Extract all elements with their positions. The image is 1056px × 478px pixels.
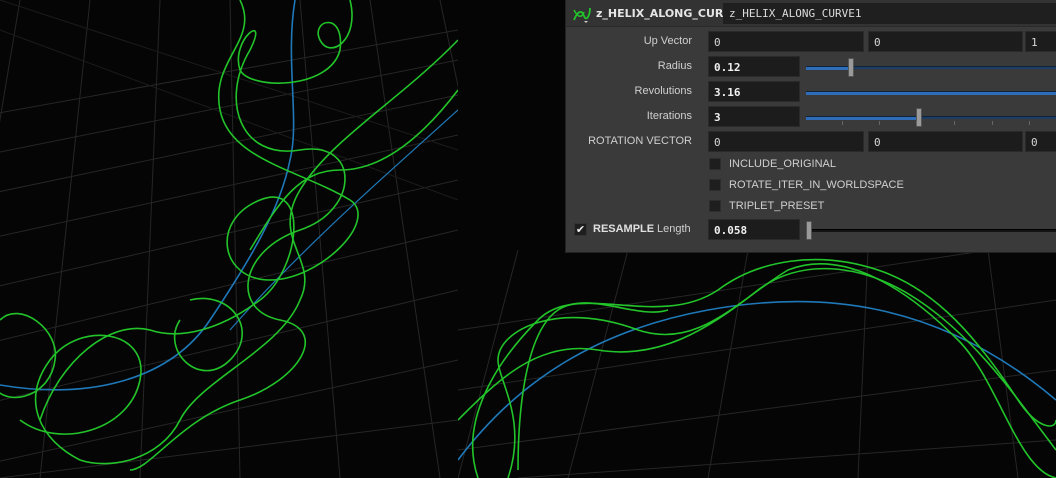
length-label: Length (657, 223, 691, 235)
up-vector-label: Up Vector (643, 35, 692, 47)
up-vector-x-field[interactable]: 0 (708, 31, 864, 52)
radius-slider-handle[interactable] (848, 58, 855, 77)
ground-grid (0, 0, 458, 478)
triplet-preset-checkbox[interactable] (709, 200, 721, 212)
guide-curve (0, 0, 296, 391)
resample-toggle[interactable]: ✔ (574, 223, 587, 236)
rotate-iter-checkbox[interactable] (709, 179, 721, 191)
length-field[interactable]: 0.058 (708, 219, 800, 240)
radius-slider[interactable] (806, 58, 1056, 77)
revolutions-slider-fill (806, 92, 1056, 95)
rotation-vector-y-field[interactable]: 0 (868, 131, 1023, 152)
revolutions-label: Revolutions (634, 85, 692, 97)
node-name-field[interactable]: z_HELIX_ALONG_CURVE1 (723, 3, 1056, 24)
viewport-left[interactable] (0, 0, 458, 478)
up-vector-y-field[interactable]: 0 (868, 31, 1023, 52)
length-slider-handle[interactable] (806, 221, 812, 240)
rotation-vector-z-field[interactable]: 0 (1025, 131, 1056, 152)
radius-label: Radius (657, 60, 692, 72)
revolutions-field[interactable]: 3.16 (708, 81, 800, 102)
radius-field[interactable]: 0.12 (708, 56, 800, 77)
node-header: z_HELIX_ALONG_CURVE z_HELIX_ALONG_CURVE1 (566, 0, 1056, 27)
revolutions-slider[interactable] (806, 91, 1056, 95)
length-slider[interactable] (806, 221, 1056, 240)
guide-curve-right (458, 300, 1056, 461)
radius-slider-fill (806, 67, 852, 70)
helix-strands (0, 0, 458, 471)
include-original-checkbox[interactable] (709, 158, 721, 170)
iterations-slider[interactable] (806, 108, 1056, 127)
parameter-panel: z_HELIX_ALONG_CURVE z_HELIX_ALONG_CURVE1… (565, 0, 1056, 253)
iterations-label: Iterations (646, 110, 692, 122)
resample-label: RESAMPLE (593, 223, 655, 235)
rotation-vector-label: ROTATION VECTOR (588, 135, 692, 147)
iterations-ticks (806, 121, 1056, 125)
include-original-label: INCLUDE_ORIGINAL (729, 158, 836, 170)
helix-node-icon[interactable] (572, 4, 592, 24)
rotation-vector-x-field[interactable]: 0 (708, 131, 864, 152)
iterations-field[interactable]: 3 (708, 106, 800, 127)
triplet-preset-label: TRIPLET_PRESET (729, 200, 825, 212)
ground-grid-right (458, 239, 1056, 478)
viewport-left-scene (0, 0, 458, 478)
node-type-label: z_HELIX_ALONG_CURVE (596, 7, 740, 20)
up-vector-z-field[interactable]: 1 (1025, 31, 1056, 52)
iterations-slider-fill (806, 117, 919, 120)
rotate-iter-label: ROTATE_ITER_IN_WORLDSPACE (729, 179, 904, 191)
helix-strands-right (458, 258, 1056, 478)
